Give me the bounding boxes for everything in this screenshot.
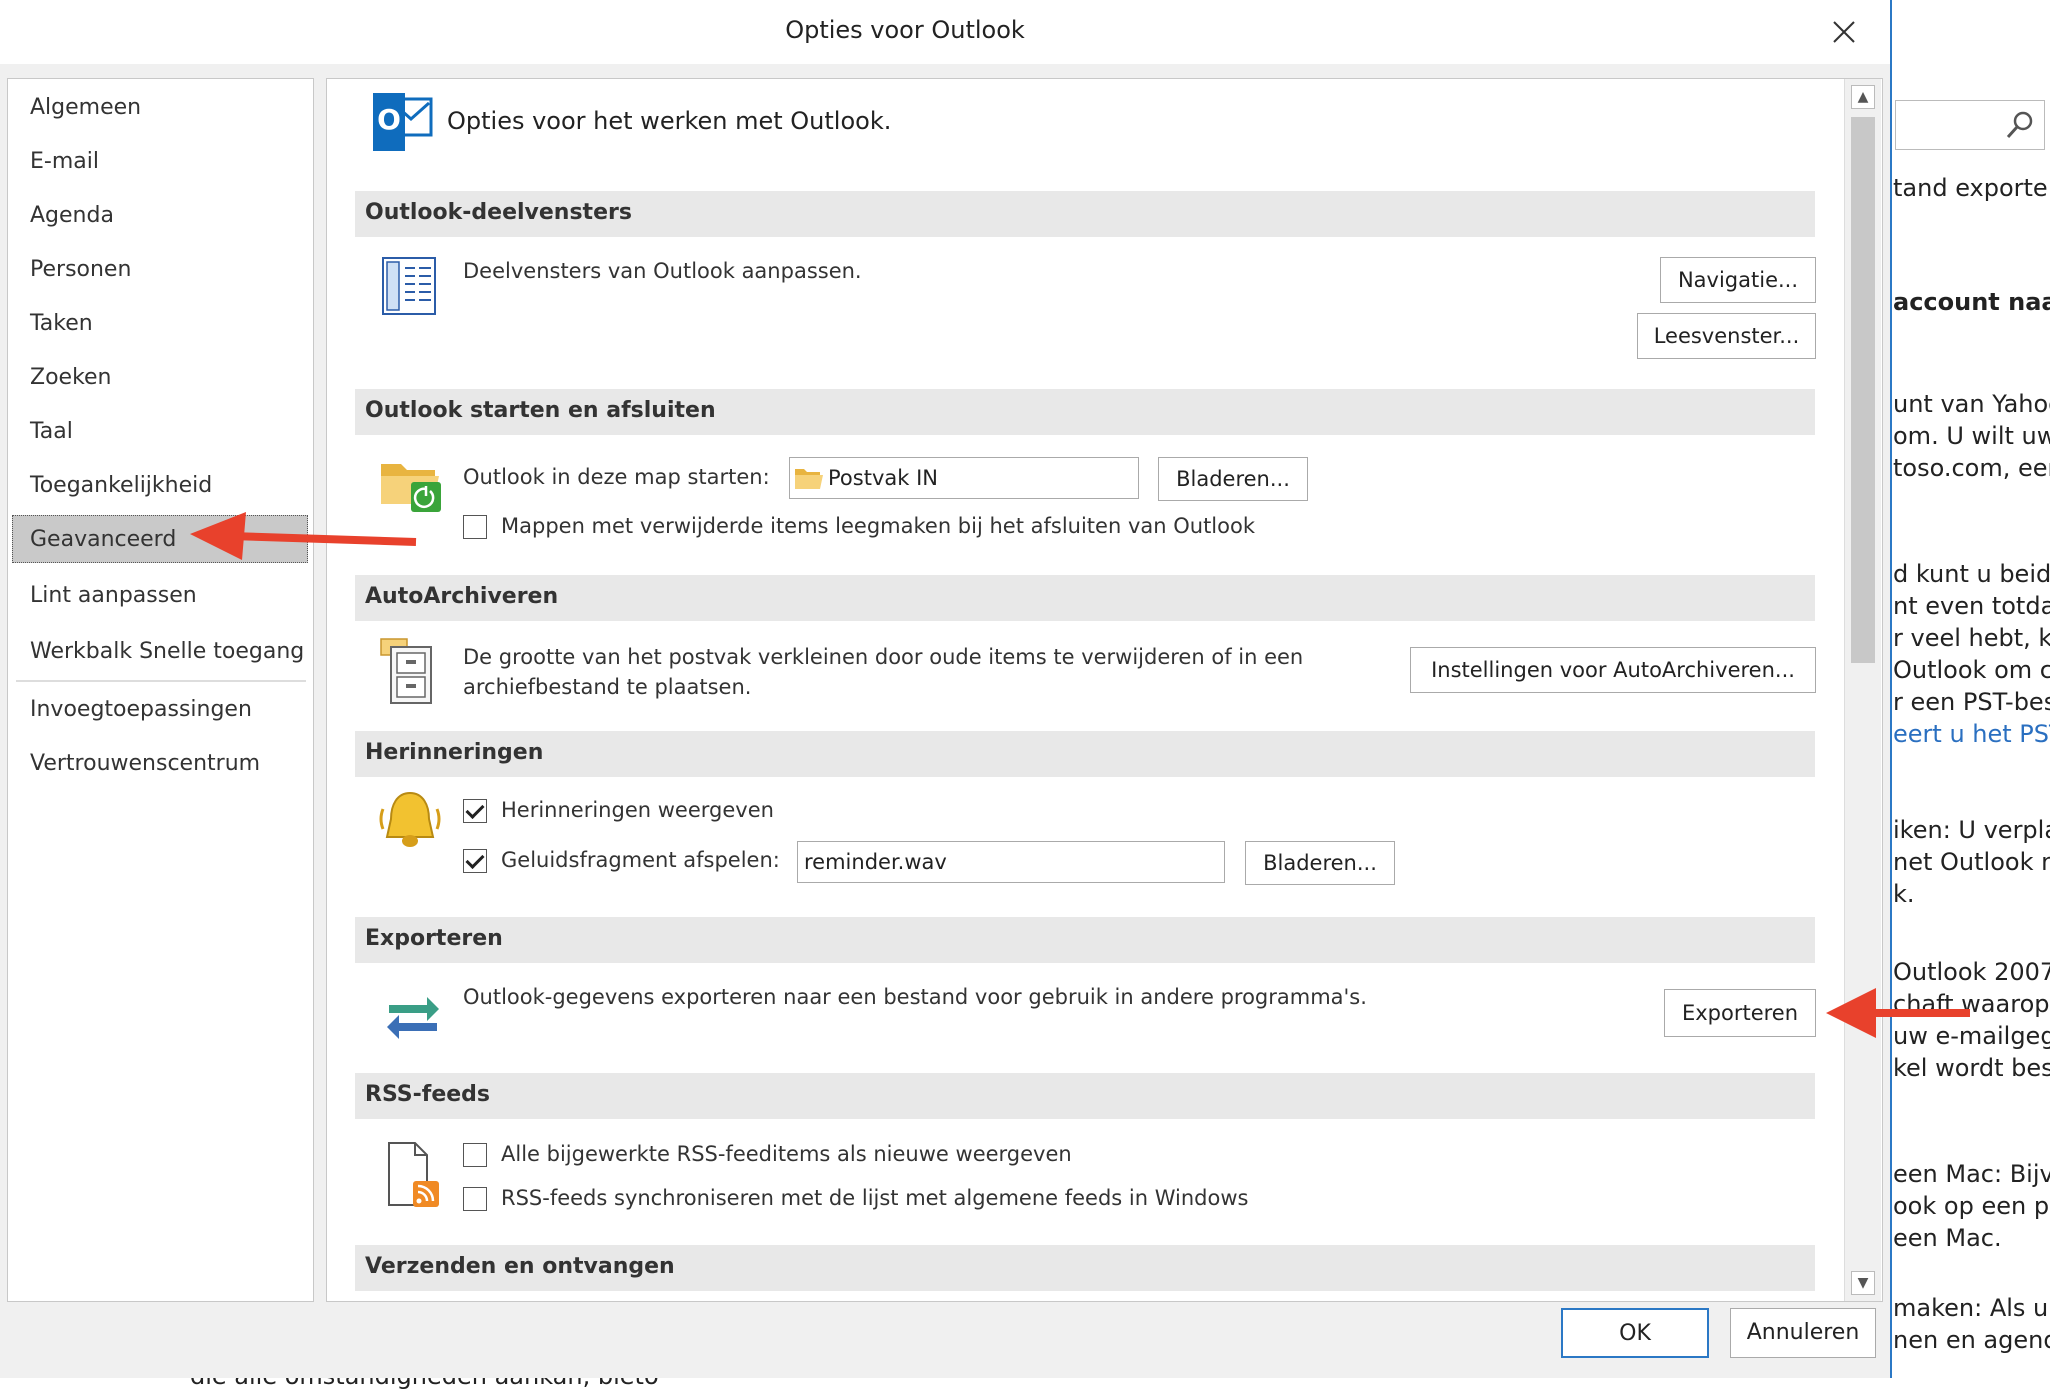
autoarchive-description-line2: archiefbestand te plaatsen. (463, 675, 752, 699)
rss-sync-label: RSS-feeds synchroniseren met de lijst me… (501, 1186, 1249, 1210)
scroll-thumb[interactable] (1851, 117, 1875, 663)
reminder-bell-icon (379, 791, 441, 847)
show-reminders-label: Herinneringen weergeven (501, 798, 774, 822)
export-description: Outlook-gegevens exporteren naar een bes… (463, 985, 1367, 1009)
navigation-button[interactable]: Navigatie... (1660, 257, 1816, 303)
rss-sync-checkbox[interactable] (463, 1187, 487, 1211)
section-title: RSS-feeds (365, 1082, 491, 1107)
section-title: Outlook-deelvensters (365, 200, 632, 225)
background-text-line: een Mac. (1893, 1224, 2002, 1252)
cancel-button[interactable]: Annuleren (1730, 1308, 1876, 1358)
nav-item-taken[interactable]: Taken (30, 311, 93, 336)
outlook-options-dialog: Opties voor Outlook Algemeen E-mail Agen… (0, 0, 1892, 1378)
start-folder-field[interactable]: Postvak IN (789, 457, 1139, 499)
outlook-logo-icon: O (373, 93, 433, 151)
background-text-line: d kunt u beid (1893, 560, 2050, 588)
nav-item-agenda[interactable]: Agenda (30, 203, 114, 228)
start-folder-label: Outlook in deze map starten: (463, 465, 770, 489)
background-text-line: Outlook om c (1893, 656, 2050, 684)
section-header-reminders: Herinneringen (355, 731, 1815, 777)
background-text-line[interactable]: eert u het PST- (1893, 720, 2050, 748)
section-header-autoarchive: AutoArchiveren (355, 575, 1815, 621)
reading-pane-button[interactable]: Leesvenster... (1637, 313, 1816, 359)
section-title: AutoArchiveren (365, 584, 559, 609)
scroll-up-icon[interactable]: ▲ (1851, 85, 1875, 109)
panes-description: Deelvensters van Outlook aanpassen. (463, 259, 862, 283)
archive-cabinet-icon (380, 638, 432, 704)
background-text-line: een Mac: Bijvo (1893, 1160, 2050, 1188)
nav-item-taal[interactable]: Taal (30, 419, 73, 444)
annotation-arrow-geavanceerd-icon (190, 512, 417, 560)
nav-item-email[interactable]: E-mail (30, 149, 99, 174)
nav-item-algemeen[interactable]: Algemeen (30, 95, 141, 120)
nav-item-lint-aanpassen[interactable]: Lint aanpassen (30, 583, 197, 608)
nav-item-personen[interactable]: Personen (30, 257, 131, 282)
rss-document-icon (388, 1142, 439, 1207)
rss-new-items-checkbox[interactable] (463, 1143, 487, 1167)
background-text-line: toso.com, een (1893, 454, 2050, 482)
section-header-send-receive: Verzenden en ontvangen (355, 1245, 1815, 1291)
nav-item-zoeken[interactable]: Zoeken (30, 365, 112, 390)
background-text-line: account naar (1893, 288, 2050, 316)
play-sound-checkbox[interactable] (463, 849, 487, 873)
start-folder-value: Postvak IN (828, 466, 938, 490)
section-header-start: Outlook starten en afsluiten (355, 389, 1815, 435)
nav-item-werkbalk-snelle-toegang[interactable]: Werkbalk Snelle toegang (30, 639, 304, 664)
nav-item-vertrouwenscentrum[interactable]: Vertrouwenscentrum (30, 751, 260, 776)
nav-item-invoegtoepassingen[interactable]: Invoegtoepassingen (30, 697, 252, 722)
dialog-title: Opties voor Outlook (785, 16, 1025, 44)
background-text-line: om. U wilt uw (1893, 422, 2050, 450)
play-sound-label: Geluidsfragment afspelen: (501, 848, 780, 872)
nav-separator (16, 680, 306, 682)
section-title: Exporteren (365, 926, 503, 951)
section-header-rss: RSS-feeds (355, 1073, 1815, 1119)
scroll-down-icon[interactable]: ▼ (1851, 1271, 1875, 1295)
section-header-export: Exporteren (355, 917, 1815, 963)
nav-item-geavanceerd[interactable]: Geavanceerd (30, 527, 176, 552)
options-navigation: Algemeen E-mail Agenda Personen Taken Zo… (7, 78, 314, 1302)
background-text-line: r een PST-bes (1893, 688, 2050, 716)
background-search-box[interactable] (1895, 100, 2045, 150)
title-bar: Opties voor Outlook (0, 0, 1890, 64)
svg-text:O: O (377, 103, 401, 136)
sound-browse-button[interactable]: Bladeren... (1245, 841, 1395, 885)
background-text-line: ook op een pc (1893, 1192, 2050, 1220)
empty-deleted-label: Mappen met verwijderde items leegmaken b… (501, 514, 1255, 538)
background-text-line: r veel hebt, ka (1893, 624, 2050, 652)
background-text-line: nen en agend (1893, 1326, 2050, 1354)
background-text-line: iken: U verpla (1893, 816, 2050, 844)
panes-icon (382, 257, 436, 315)
background-text-line: kel wordt besc (1893, 1054, 2050, 1082)
background-text-line: nt even totdat (1893, 592, 2050, 620)
inbox-folder-icon (795, 469, 823, 489)
background-text-line: net Outlook na (1893, 848, 2050, 876)
nav-item-toegankelijkheid[interactable]: Toegankelijkheid (30, 473, 212, 498)
options-content-panel: O Opties voor het werken met Outlook. Ou… (326, 78, 1883, 1302)
autoarchive-settings-button[interactable]: Instellingen voor AutoArchiveren... (1410, 647, 1816, 693)
empty-deleted-checkbox[interactable] (463, 515, 487, 539)
close-icon[interactable] (1822, 14, 1866, 52)
section-header-panes: Outlook-deelvensters (355, 191, 1815, 237)
section-title: Herinneringen (365, 740, 544, 765)
background-text-line: k. (1893, 880, 1915, 908)
export-button[interactable]: Exporteren (1664, 989, 1816, 1037)
export-arrows-icon (387, 997, 439, 1039)
search-icon (2006, 111, 2033, 139)
background-text-line: tand exporte (1893, 174, 2048, 202)
show-reminders-checkbox[interactable] (463, 799, 487, 823)
rss-new-items-label: Alle bijgewerkte RSS-feeditems als nieuw… (501, 1142, 1072, 1166)
autoarchive-description-line1: De grootte van het postvak verkleinen do… (463, 645, 1304, 669)
section-title: Verzenden en ontvangen (365, 1254, 675, 1279)
reminder-sound-field[interactable]: reminder.wav (797, 841, 1225, 883)
start-folder-browse-button[interactable]: Bladeren... (1158, 457, 1308, 501)
ok-button[interactable]: OK (1561, 1308, 1709, 1358)
annotation-arrow-export-icon (1826, 988, 1970, 1038)
section-title: Outlook starten en afsluiten (365, 398, 716, 423)
background-text-line: maken: Als u w (1893, 1294, 2050, 1322)
content-scrollbar[interactable]: ▲ ▼ (1844, 79, 1881, 1301)
background-text-line: unt van Yahoo (1893, 390, 2050, 418)
page-header: Opties voor het werken met Outlook. (447, 107, 892, 135)
folder-start-icon (381, 464, 441, 512)
